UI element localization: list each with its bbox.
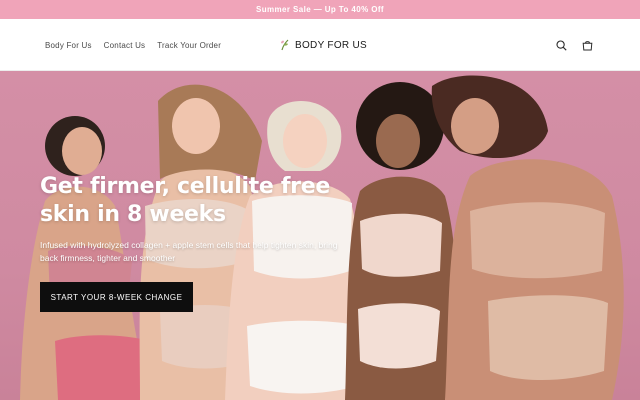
brand-logo-mark [281,39,289,51]
announcement-bar: Summer Sale — Up To 40% Off [0,0,640,19]
brand-name: BODY FOR US [295,39,368,51]
site-header: Body For Us Contact Us Track Your Order … [0,19,640,71]
hero-title-line-2: skin in 8 weeks [40,202,226,227]
hero-banner: Get firmer, cellulite free skin in 8 wee… [0,71,640,400]
announcement-text: Summer Sale — Up To 40% Off [255,5,384,14]
cart-icon[interactable] [580,38,594,52]
hero-subtitle: Infused with hydrolyzed collagen + apple… [40,240,338,263]
nav-link-track-order[interactable]: Track Your Order [157,41,221,50]
hero-title-line-1: Get firmer, cellulite free [40,174,330,199]
hero-figure-5 [431,75,624,400]
nav-link-contact-us[interactable]: Contact Us [104,41,146,50]
main-nav: Body For Us Contact Us Track Your Order [45,19,221,71]
search-icon[interactable] [554,38,568,52]
header-actions [554,19,594,71]
nav-link-body-for-us[interactable]: Body For Us [45,41,92,50]
brand-logo[interactable]: BODY FOR US [279,19,367,71]
hero-title: Get firmer, cellulite free skin in 8 wee… [40,173,370,229]
hero-copy: Get firmer, cellulite free skin in 8 wee… [40,173,370,265]
start-change-button[interactable]: START YOUR 8-WEEK CHANGE [40,282,193,312]
